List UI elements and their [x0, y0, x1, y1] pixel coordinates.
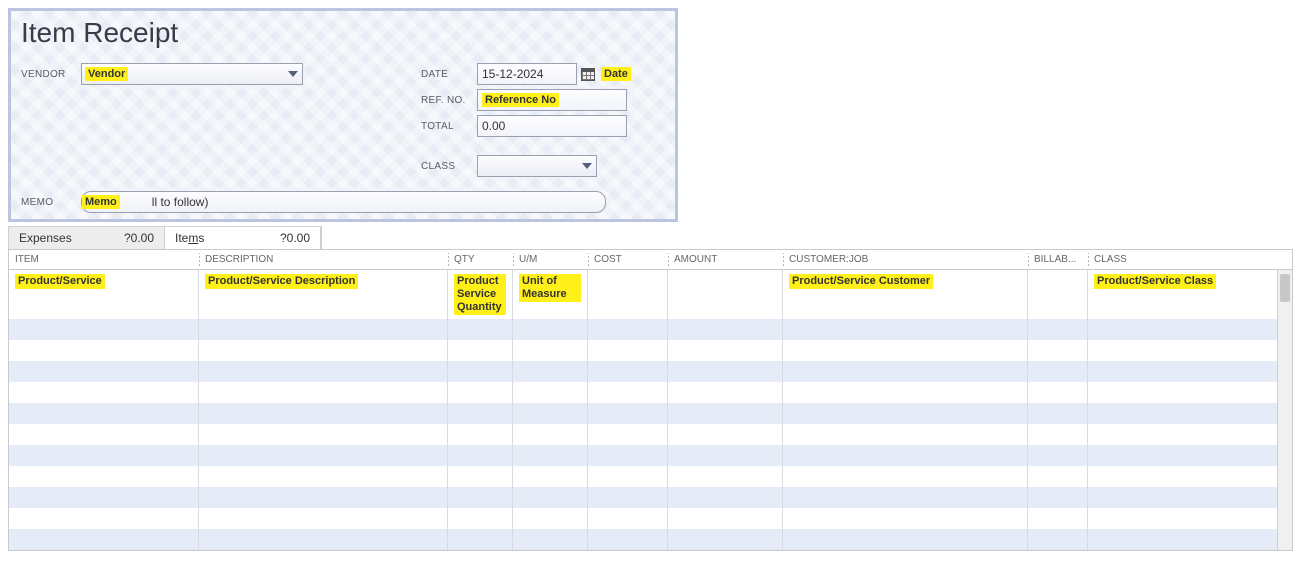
table-row[interactable]: Product/Service Product/Service Descript… [9, 270, 1292, 319]
col-header-customer[interactable]: CUSTOMER:JOB [783, 250, 1028, 269]
cell-customer: Product/Service Customer [789, 274, 933, 289]
memo-label: MEMO [21, 197, 81, 208]
table-row[interactable] [9, 487, 1292, 508]
refno-input[interactable]: Reference No [477, 89, 627, 111]
col-header-billable[interactable]: BILLAB... [1028, 250, 1088, 269]
table-row[interactable] [9, 319, 1292, 340]
vendor-row: VENDOR Vendor [21, 63, 421, 85]
table-row[interactable] [9, 445, 1292, 466]
cell-cost [588, 270, 668, 319]
memo-input[interactable]: Memo ll to follow) [81, 191, 606, 213]
col-header-description[interactable]: DESCRIPTION [199, 250, 448, 269]
memo-rest: ll to follow) [152, 195, 209, 209]
tab-expenses[interactable]: Expenses ?0.00 [9, 227, 165, 249]
date-input[interactable]: 15-12-2024 [477, 63, 577, 85]
col-header-qty[interactable]: QTY [448, 250, 513, 269]
date-row: DATE 15-12-2024 Date [421, 63, 665, 85]
table-row[interactable] [9, 466, 1292, 487]
vertical-scrollbar[interactable] [1277, 270, 1292, 550]
total-label: TOTAL [421, 121, 477, 132]
table-row[interactable] [9, 403, 1292, 424]
vendor-label: VENDOR [21, 69, 81, 80]
grid-header: ITEM DESCRIPTION QTY U/M COST AMOUNT CUS… [9, 250, 1292, 270]
refno-row: REF. NO. Reference No [421, 89, 665, 111]
scrollbar-thumb[interactable] [1280, 274, 1290, 302]
col-header-item[interactable]: ITEM [9, 250, 199, 269]
col-header-um[interactable]: U/M [513, 250, 588, 269]
vendor-select[interactable]: Vendor [81, 63, 303, 85]
table-row[interactable] [9, 529, 1292, 550]
cell-class: Product/Service Class [1094, 274, 1216, 289]
memo-row: MEMO Memo ll to follow) [21, 191, 665, 213]
date-label: DATE [421, 69, 477, 80]
total-value: 0.00 [482, 119, 505, 133]
date-annotation: Date [601, 67, 631, 81]
class-select[interactable] [477, 155, 597, 177]
class-label: CLASS [421, 161, 477, 172]
page-title: Item Receipt [21, 17, 665, 49]
col-header-amount[interactable]: AMOUNT [668, 250, 783, 269]
memo-value: Memo [82, 195, 120, 209]
grid-body: Product/Service Product/Service Descript… [9, 270, 1292, 550]
tab-expenses-label: Expenses [19, 231, 72, 245]
chevron-down-icon [288, 71, 298, 77]
table-row[interactable] [9, 424, 1292, 445]
col-header-cost[interactable]: COST [588, 250, 668, 269]
cell-amount [668, 270, 783, 319]
total-row: TOTAL 0.00 [421, 115, 665, 137]
refno-value: Reference No [482, 93, 559, 107]
chevron-down-icon [582, 163, 592, 169]
table-row[interactable] [9, 361, 1292, 382]
table-row[interactable] [9, 508, 1292, 529]
items-grid: ITEM DESCRIPTION QTY U/M COST AMOUNT CUS… [8, 249, 1293, 551]
cell-billable [1028, 270, 1088, 319]
tab-expenses-amount: ?0.00 [114, 231, 154, 245]
vendor-value: Vendor [85, 67, 128, 81]
table-row[interactable] [9, 340, 1292, 361]
table-row[interactable] [9, 382, 1292, 403]
cell-um: Unit of Measure [519, 274, 581, 302]
tab-items-label: Items [175, 231, 204, 245]
class-row: CLASS [421, 155, 665, 177]
tabs-bar: Expenses ?0.00 Items ?0.00 [8, 226, 322, 249]
refno-label: REF. NO. [421, 95, 477, 106]
item-receipt-header: Item Receipt VENDOR Vendor DATE 15-12-20… [8, 8, 678, 222]
date-value: 15-12-2024 [482, 67, 543, 81]
cell-qty: Product Service Quantity [454, 274, 506, 315]
calendar-icon[interactable] [581, 68, 595, 81]
col-header-class[interactable]: CLASS [1088, 250, 1292, 269]
total-input[interactable]: 0.00 [477, 115, 627, 137]
tab-items[interactable]: Items ?0.00 [165, 227, 321, 249]
cell-description: Product/Service Description [205, 274, 358, 289]
cell-item: Product/Service [15, 274, 105, 289]
tab-items-amount: ?0.00 [270, 231, 310, 245]
